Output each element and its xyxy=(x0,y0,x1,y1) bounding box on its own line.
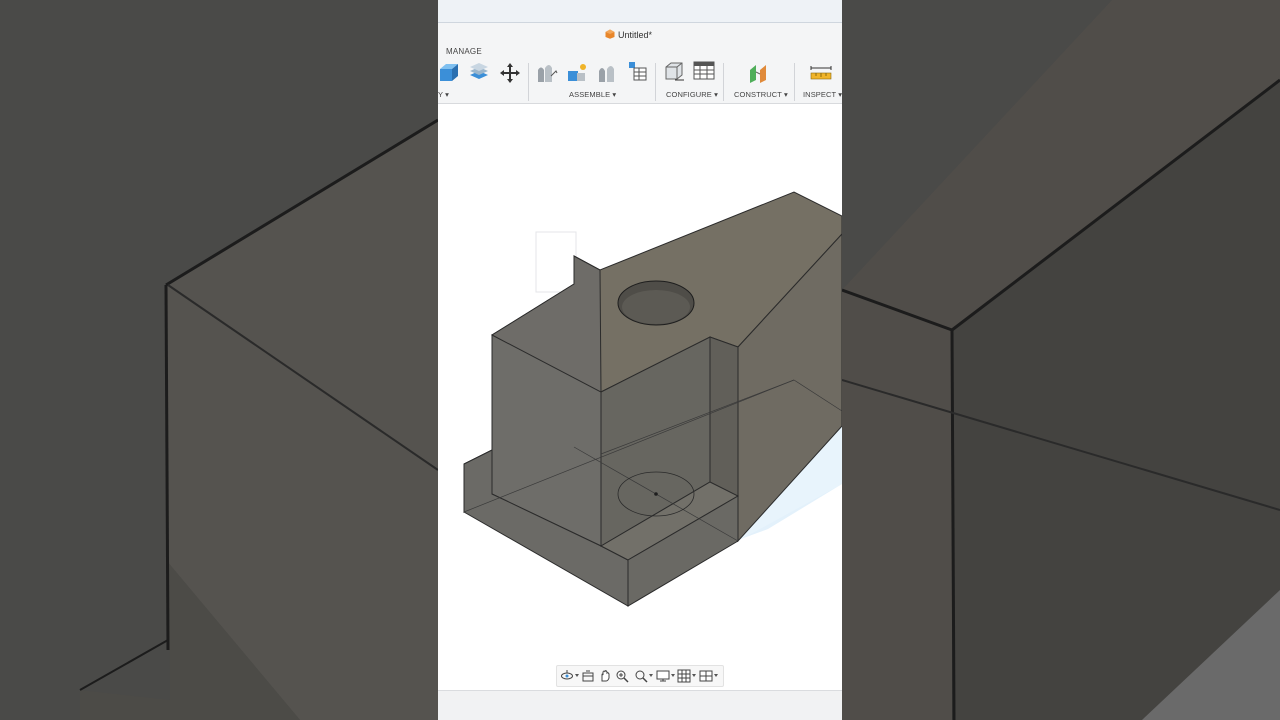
fusion-app-window: Untitled* MANAGE Y ▾ ASSEMBLE ▾ CONFIGUR… xyxy=(438,0,842,720)
group-label-y[interactable]: Y ▾ xyxy=(438,90,449,99)
separator xyxy=(723,63,724,101)
grid-dropdown-caret[interactable] xyxy=(692,674,696,677)
separator xyxy=(655,63,656,101)
document-title[interactable]: Untitled* xyxy=(618,30,652,40)
navigation-toolbar xyxy=(556,665,724,687)
measure-icon[interactable] xyxy=(810,62,832,84)
top-strip xyxy=(438,0,842,23)
joint-table-icon[interactable] xyxy=(626,60,648,82)
bottom-timeline-bar xyxy=(438,690,842,720)
blurred-background-right xyxy=(842,0,1280,720)
title-bar: Untitled* xyxy=(438,23,842,45)
look-at-icon[interactable] xyxy=(581,669,595,683)
ribbon-toolbar: MANAGE Y ▾ ASSEMBLE ▾ CONFIGURE ▾ CONSTR… xyxy=(438,45,842,104)
zoom-window-icon[interactable] xyxy=(615,669,629,683)
configure-model-icon[interactable] xyxy=(663,60,685,82)
stack-icon[interactable] xyxy=(468,62,490,84)
separator xyxy=(528,63,529,101)
as-built-joint-icon[interactable] xyxy=(596,62,618,84)
orbit-icon[interactable] xyxy=(560,669,574,683)
tab-manage[interactable]: MANAGE xyxy=(446,47,482,56)
joint-icon[interactable] xyxy=(566,62,588,84)
zoom-dropdown-caret[interactable] xyxy=(649,674,653,677)
grid-settings-icon[interactable] xyxy=(677,669,691,683)
box-icon[interactable] xyxy=(438,62,460,84)
group-label-assemble[interactable]: ASSEMBLE ▾ xyxy=(569,90,616,99)
move-icon[interactable] xyxy=(499,62,521,84)
group-label-construct[interactable]: CONSTRUCT ▾ xyxy=(734,90,788,99)
blurred-background-left xyxy=(0,0,438,720)
separator xyxy=(794,63,795,101)
model-view xyxy=(463,191,842,607)
group-label-inspect[interactable]: INSPECT ▾ xyxy=(803,90,842,99)
display-dropdown-caret[interactable] xyxy=(671,674,675,677)
viewports-icon[interactable] xyxy=(699,669,713,683)
document-title-wrap: Untitled* xyxy=(605,29,652,40)
orbit-dropdown-caret[interactable] xyxy=(575,674,579,677)
group-label-configure[interactable]: CONFIGURE ▾ xyxy=(666,90,718,99)
viewports-dropdown-caret[interactable] xyxy=(714,674,718,677)
new-component-icon[interactable] xyxy=(536,62,558,84)
display-settings-icon[interactable] xyxy=(656,669,670,683)
design-file-icon xyxy=(605,29,615,39)
configuration-table-icon[interactable] xyxy=(693,60,715,82)
offset-plane-icon[interactable] xyxy=(748,62,770,84)
3d-viewport[interactable] xyxy=(438,104,842,690)
zoom-icon[interactable] xyxy=(634,669,648,683)
pan-icon[interactable] xyxy=(598,669,612,683)
